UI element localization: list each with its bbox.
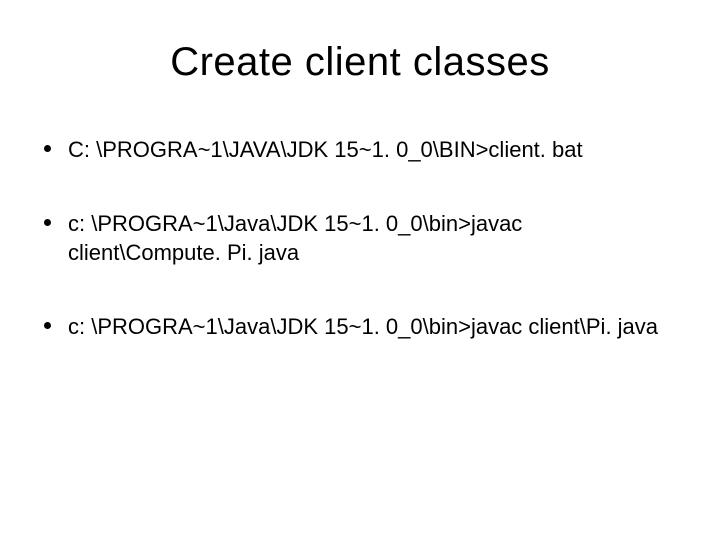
bullet-icon <box>44 322 51 329</box>
slide-title: Create client classes <box>40 40 680 85</box>
bullet-text: C: \PROGRA~1\JAVA\JDK 15~1. 0_0\BIN>clie… <box>68 135 680 165</box>
bullet-text: c: \PROGRA~1\Java\JDK 15~1. 0_0\bin>java… <box>68 209 680 268</box>
bullet-list: C: \PROGRA~1\JAVA\JDK 15~1. 0_0\BIN>clie… <box>40 135 680 342</box>
list-item: c: \PROGRA~1\Java\JDK 15~1. 0_0\bin>java… <box>40 209 680 268</box>
list-item: C: \PROGRA~1\JAVA\JDK 15~1. 0_0\BIN>clie… <box>40 135 680 165</box>
bullet-text: c: \PROGRA~1\Java\JDK 15~1. 0_0\bin>java… <box>68 312 680 342</box>
slide: Create client classes C: \PROGRA~1\JAVA\… <box>0 0 720 540</box>
bullet-icon <box>44 145 51 152</box>
bullet-icon <box>44 219 51 226</box>
list-item: c: \PROGRA~1\Java\JDK 15~1. 0_0\bin>java… <box>40 312 680 342</box>
